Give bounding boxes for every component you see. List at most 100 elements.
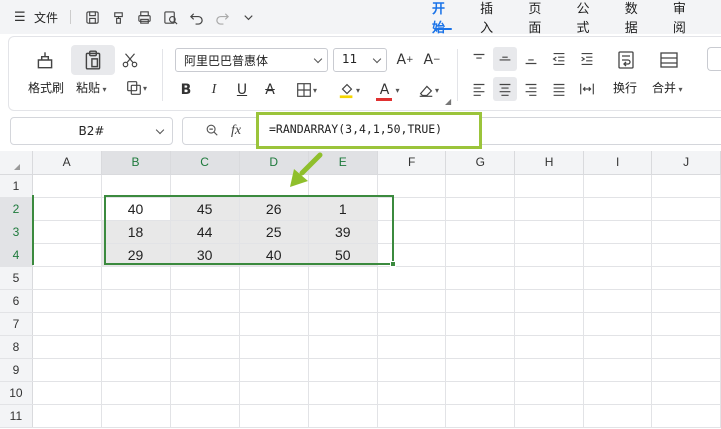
cell-h1[interactable] <box>514 174 584 198</box>
column-header-c[interactable]: C <box>170 151 240 175</box>
row-header-9[interactable]: 9 <box>0 358 33 382</box>
cell-e4[interactable]: 50 <box>308 243 378 267</box>
tab-formula[interactable]: 公式 <box>577 0 600 36</box>
cell-i10[interactable] <box>583 381 653 405</box>
cell-h5[interactable] <box>514 266 584 290</box>
cell-d4[interactable]: 40 <box>239 243 309 267</box>
font-color-button[interactable]: A ▾ <box>371 79 405 101</box>
grow-font-button[interactable]: A + <box>394 48 416 72</box>
fill-handle[interactable] <box>390 261 396 267</box>
cell-g7[interactable] <box>445 312 516 336</box>
cell-c11[interactable] <box>170 404 240 428</box>
cell-h8[interactable] <box>514 335 584 359</box>
column-header-i[interactable]: I <box>583 151 653 175</box>
hamburger-icon[interactable]: ☰ <box>14 10 32 25</box>
shrink-font-button[interactable]: A − <box>421 48 443 72</box>
cell-j11[interactable] <box>651 404 721 428</box>
cell-a7[interactable] <box>32 312 102 336</box>
cell-f5[interactable] <box>377 266 447 290</box>
cell-b6[interactable] <box>101 289 171 313</box>
cell-j9[interactable] <box>651 358 721 382</box>
cell-i1[interactable] <box>583 174 653 198</box>
formula-input[interactable]: =RANDARRAY(3,4,1,50,TRUE) <box>256 112 482 149</box>
justify-icon[interactable] <box>547 77 571 101</box>
font-size-select[interactable]: 11 <box>333 48 387 72</box>
more-chevron-icon[interactable] <box>235 4 261 30</box>
cell-a8[interactable] <box>32 335 102 359</box>
merge-cells-icon[interactable] <box>656 47 682 73</box>
cell-e2[interactable]: 1 <box>308 197 378 221</box>
cell-c8[interactable] <box>170 335 240 359</box>
cell-d7[interactable] <box>239 312 309 336</box>
cell-j5[interactable] <box>651 266 721 290</box>
row-header-7[interactable]: 7 <box>0 312 33 336</box>
cell-b3[interactable]: 18 <box>101 220 171 244</box>
cell-g4[interactable] <box>445 243 516 267</box>
borders-button[interactable]: ▾ <box>289 79 323 101</box>
cell-j6[interactable] <box>651 289 721 313</box>
cell-e8[interactable] <box>308 335 378 359</box>
column-header-a[interactable]: A <box>32 151 102 175</box>
cell-h4[interactable] <box>514 243 584 267</box>
column-header-j[interactable]: J <box>651 151 721 175</box>
row-header-6[interactable]: 6 <box>0 289 33 313</box>
column-header-f[interactable]: F <box>377 151 447 175</box>
format-painter-button[interactable] <box>32 47 58 73</box>
strikethrough-button[interactable]: A <box>259 79 281 101</box>
cell-a5[interactable] <box>32 266 102 290</box>
cell-e7[interactable] <box>308 312 378 336</box>
cell-j4[interactable] <box>651 243 721 267</box>
bold-button[interactable]: B <box>175 79 197 101</box>
cell-d3[interactable]: 25 <box>239 220 309 244</box>
cell-c2[interactable]: 45 <box>170 197 240 221</box>
cell-d8[interactable] <box>239 335 309 359</box>
cell-i6[interactable] <box>583 289 653 313</box>
cell-b2[interactable]: 40 <box>101 197 171 221</box>
cell-a9[interactable] <box>32 358 102 382</box>
cell-c5[interactable] <box>170 266 240 290</box>
cell-b4[interactable]: 29 <box>101 243 171 267</box>
cell-g11[interactable] <box>445 404 516 428</box>
cell-j7[interactable] <box>651 312 721 336</box>
cell-f4[interactable] <box>377 243 447 267</box>
cell-i5[interactable] <box>583 266 653 290</box>
cell-f7[interactable] <box>377 312 447 336</box>
cell-h10[interactable] <box>514 381 584 405</box>
align-middle-icon[interactable] <box>493 47 517 71</box>
align-center-icon[interactable] <box>493 77 517 101</box>
tab-insert[interactable]: 插入 <box>480 0 503 36</box>
cell-d5[interactable] <box>239 266 309 290</box>
cell-c3[interactable]: 44 <box>170 220 240 244</box>
cell-e5[interactable] <box>308 266 378 290</box>
cell-f6[interactable] <box>377 289 447 313</box>
cell-g9[interactable] <box>445 358 516 382</box>
cell-b5[interactable] <box>101 266 171 290</box>
save-icon[interactable] <box>79 4 105 30</box>
cell-a4[interactable] <box>32 243 102 267</box>
tab-page[interactable]: 页面 <box>528 0 551 36</box>
cell-c4[interactable]: 30 <box>170 243 240 267</box>
cell-g8[interactable] <box>445 335 516 359</box>
cell-j3[interactable] <box>651 220 721 244</box>
cell-b9[interactable] <box>101 358 171 382</box>
cell-d11[interactable] <box>239 404 309 428</box>
cell-g6[interactable] <box>445 289 516 313</box>
merge-cells-label[interactable]: 合并 ▾ <box>652 79 683 96</box>
formula-bar-rest[interactable] <box>482 117 721 145</box>
row-header-2[interactable]: 2 <box>0 197 33 221</box>
select-all-corner[interactable] <box>0 151 33 175</box>
row-header-1[interactable]: 1 <box>0 174 33 198</box>
cell-e3[interactable]: 39 <box>308 220 378 244</box>
cell-j1[interactable] <box>651 174 721 198</box>
cell-g3[interactable] <box>445 220 516 244</box>
cell-j8[interactable] <box>651 335 721 359</box>
underline-button[interactable]: U <box>231 79 253 101</box>
cell-i4[interactable] <box>583 243 653 267</box>
cell-e11[interactable] <box>308 404 378 428</box>
cell-a11[interactable] <box>32 404 102 428</box>
cell-g2[interactable] <box>445 197 516 221</box>
cell-a10[interactable] <box>32 381 102 405</box>
paste-label[interactable]: 粘贴 ▾ <box>76 79 107 96</box>
wrap-text-icon[interactable] <box>613 47 639 73</box>
cell-d9[interactable] <box>239 358 309 382</box>
